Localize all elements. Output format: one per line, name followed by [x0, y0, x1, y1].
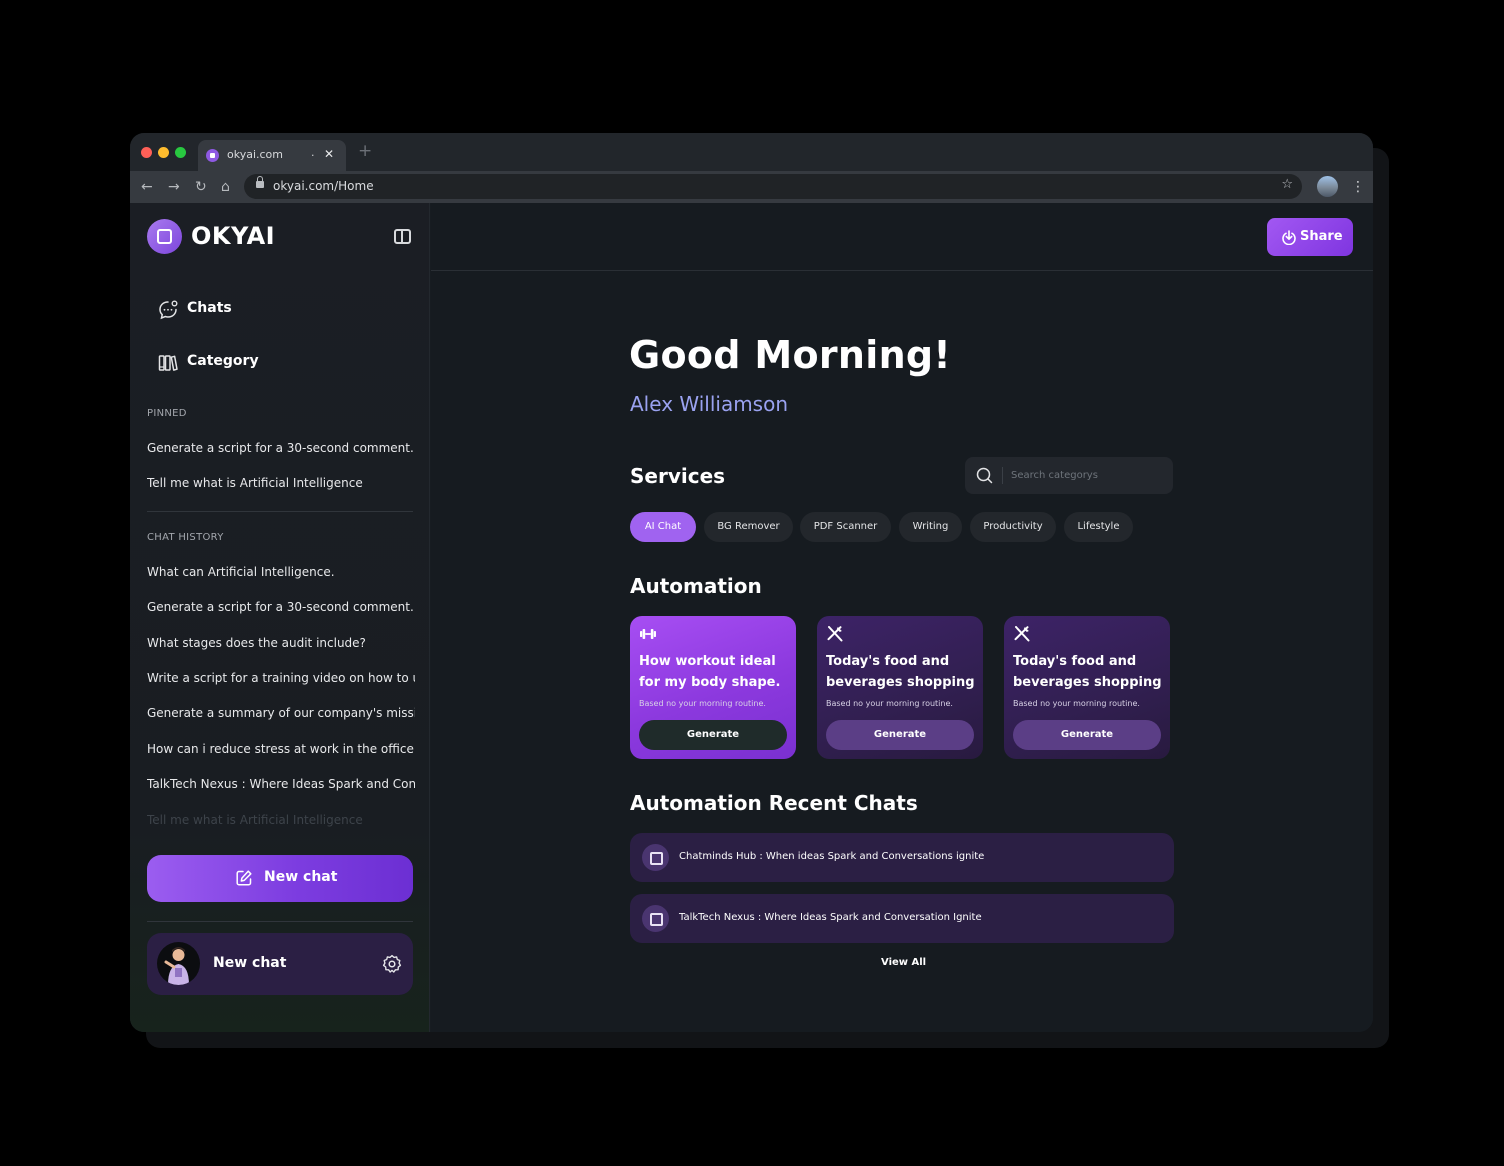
recent-chats-title: Automation Recent Chats	[630, 791, 918, 815]
profile-avatar[interactable]	[1317, 176, 1338, 197]
automation-card-title: Today's food and beverages shopping	[1013, 654, 1162, 690]
history-chat-item[interactable]: What stages does the audit include?	[147, 636, 415, 650]
chip-writing[interactable]: Writing	[899, 512, 962, 542]
sidebar-item-label: Category	[187, 353, 259, 369]
main-header: Share	[431, 203, 1373, 271]
history-chat-item[interactable]: How can i reduce stress at work in the o…	[147, 742, 415, 756]
automation-card-subtitle: Based no your morning routine.	[639, 699, 766, 708]
history-chat-item[interactable]: Tell me what is Artificial Intelligence	[147, 813, 415, 827]
lock-icon	[256, 176, 264, 188]
automation-card[interactable]: Today's food and beverages shopping Base…	[1004, 616, 1170, 759]
pinned-chat-item[interactable]: Tell me what is Artificial Intelligence	[147, 476, 415, 490]
new-chat-label: New chat	[264, 869, 338, 885]
pinned-label: PINNED	[147, 408, 187, 419]
forward-icon[interactable]: →	[168, 177, 180, 197]
browser-menu-icon[interactable]: ⋮	[1351, 177, 1365, 197]
fork-knife-icon	[1014, 626, 1030, 642]
main-content: Share Good Morning! Alex Williamson Serv…	[431, 203, 1373, 1032]
history-chat-item[interactable]: What can Artificial Intelligence.	[147, 565, 415, 579]
sidebar: OKYAI Chats Category PINNED Generate a s…	[130, 203, 430, 1032]
browser-window: okyai.com . ✕ + ← → ↻ ⌂ okyai.com/Home ☆…	[130, 133, 1373, 1032]
chip-pdf-scanner[interactable]: PDF Scanner	[800, 512, 891, 542]
category-search	[965, 457, 1173, 494]
browser-tab[interactable]: okyai.com . ✕	[198, 140, 346, 171]
url-text: okyai.com/Home	[273, 179, 374, 193]
reload-icon[interactable]: ↻	[195, 177, 207, 197]
favicon-icon	[206, 149, 219, 162]
history-chat-item[interactable]: TalkTech Nexus : Where Ideas Spark and C…	[147, 777, 415, 791]
generate-button[interactable]: Generate	[639, 720, 787, 750]
maximize-window-button[interactable]	[175, 147, 186, 158]
avatar[interactable]	[157, 942, 200, 985]
brand-name: OKYAI	[191, 222, 276, 250]
history-chat-item[interactable]: Write a script for a training video on h…	[147, 671, 415, 685]
chip-bg-remover[interactable]: BG Remover	[704, 512, 793, 542]
chat-history-label: CHAT HISTORY	[147, 532, 224, 543]
view-all-link[interactable]: View All	[881, 957, 926, 968]
edit-icon	[236, 870, 252, 886]
pinned-chat-item[interactable]: Generate a script for a 30-second commen…	[147, 441, 415, 455]
books-icon	[158, 355, 178, 371]
sidebar-toggle-icon[interactable]	[394, 229, 411, 244]
close-window-button[interactable]	[141, 147, 152, 158]
automation-card-title: Today's food and beverages shopping	[826, 654, 975, 690]
recent-chat-item[interactable]: TalkTech Nexus : Where Ideas Spark and C…	[630, 894, 1174, 943]
dumbbell-icon	[640, 629, 656, 639]
fork-knife-icon	[827, 626, 843, 642]
sidebar-divider	[147, 511, 413, 512]
bookmark-star-icon[interactable]: ☆	[1281, 177, 1293, 192]
generate-button[interactable]: Generate	[1013, 720, 1161, 750]
tab-title: okyai.com	[227, 148, 284, 161]
logo-icon	[147, 219, 182, 254]
share-button[interactable]: Share	[1267, 218, 1353, 256]
share-label: Share	[1300, 229, 1343, 244]
tab-separator: .	[311, 146, 315, 159]
home-icon[interactable]: ⌂	[221, 177, 230, 197]
cube-icon	[642, 905, 669, 932]
sidebar-item-label: Chats	[187, 300, 232, 316]
automation-card-subtitle: Based no your morning routine.	[1013, 699, 1140, 708]
search-icon	[976, 467, 993, 484]
minimize-window-button[interactable]	[158, 147, 169, 158]
chip-lifestyle[interactable]: Lifestyle	[1064, 512, 1133, 542]
user-name: Alex Williamson	[630, 392, 789, 416]
new-tab-icon[interactable]: +	[358, 143, 372, 160]
recent-chat-item[interactable]: Chatminds Hub : When ideas Spark and Con…	[630, 833, 1174, 882]
user-card-label: New chat	[213, 955, 287, 971]
browser-toolbar: ← → ↻ ⌂ okyai.com/Home ☆ ⋮	[130, 171, 1373, 203]
tab-close-icon[interactable]: ✕	[324, 147, 334, 161]
user-card[interactable]: New chat	[147, 933, 413, 995]
automation-title: Automation	[630, 574, 762, 598]
new-chat-button[interactable]: New chat	[147, 855, 413, 902]
generate-button[interactable]: Generate	[826, 720, 974, 750]
gear-icon[interactable]	[382, 954, 402, 974]
share-icon	[1282, 230, 1296, 245]
services-title: Services	[630, 464, 726, 488]
chip-productivity[interactable]: Productivity	[970, 512, 1056, 542]
recent-chat-text: Chatminds Hub : When ideas Spark and Con…	[679, 851, 985, 862]
automation-card[interactable]: How workout ideal for my body shape. Bas…	[630, 616, 796, 759]
sidebar-divider	[147, 921, 413, 922]
search-input[interactable]	[1011, 465, 1161, 486]
automation-card-subtitle: Based no your morning routine.	[826, 699, 953, 708]
cube-icon	[642, 844, 669, 871]
search-separator	[1002, 467, 1003, 484]
history-chat-item[interactable]: Generate a script for a 30-second commen…	[147, 600, 415, 614]
address-bar[interactable]: okyai.com/Home ☆	[244, 174, 1302, 199]
recent-chat-text: TalkTech Nexus : Where Ideas Spark and C…	[679, 912, 982, 923]
history-chat-item[interactable]: Generate a summary of our company's miss…	[147, 706, 415, 720]
chat-bubble-icon	[159, 300, 178, 320]
chip-ai-chat[interactable]: AI Chat	[630, 512, 696, 542]
greeting-title: Good Morning!	[629, 333, 952, 377]
back-icon[interactable]: ←	[141, 177, 153, 197]
browser-tab-bar: okyai.com . ✕ +	[130, 133, 1373, 171]
automation-card[interactable]: Today's food and beverages shopping Base…	[817, 616, 983, 759]
automation-card-title: How workout ideal for my body shape.	[639, 654, 781, 690]
app-area: OKYAI Chats Category PINNED Generate a s…	[130, 203, 1373, 1032]
